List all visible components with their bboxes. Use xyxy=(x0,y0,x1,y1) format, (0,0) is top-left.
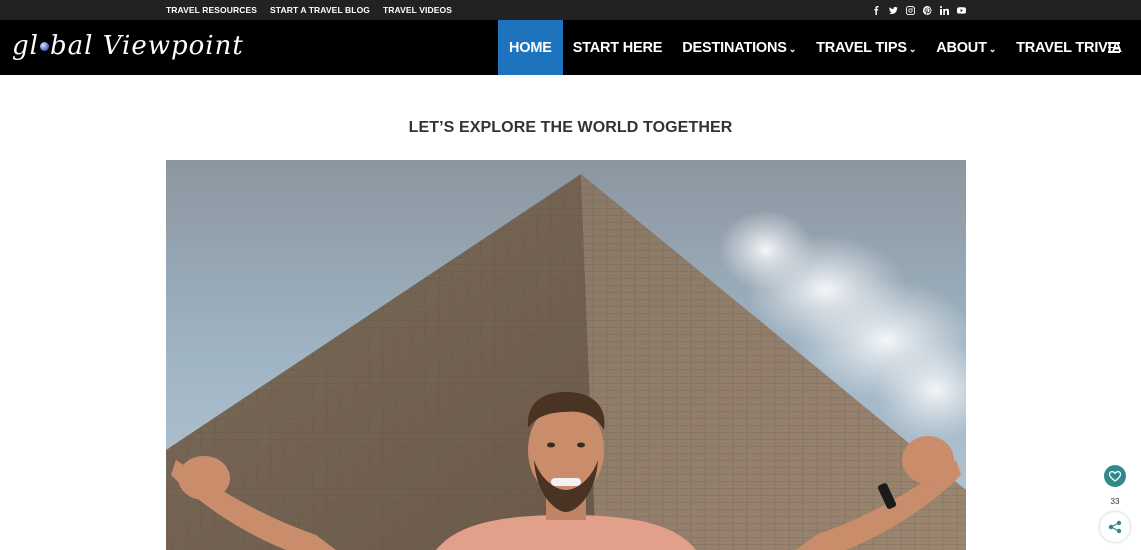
chevron-down-icon: ⌄ xyxy=(988,43,997,54)
nav-travel-tips-label: TRAVEL TIPS xyxy=(816,39,907,56)
share-icon[interactable] xyxy=(1100,512,1130,542)
top-link-travel-resources[interactable]: TRAVEL RESOURCES xyxy=(166,5,257,15)
top-bar: TRAVEL RESOURCES START A TRAVEL BLOG TRA… xyxy=(0,0,1141,20)
nav-about[interactable]: ABOUT ⌄ xyxy=(926,20,1006,75)
main-nav: gl bal Viewpoint HOME START HERE DESTINAT… xyxy=(0,20,1141,75)
facebook-icon[interactable] xyxy=(872,5,881,15)
twitter-icon[interactable] xyxy=(889,6,898,15)
nav-about-label: ABOUT xyxy=(936,39,987,56)
nav-travel-trivia-label: TRAVEL TRIVIA xyxy=(1016,39,1122,56)
social-links xyxy=(872,0,966,20)
linkedin-icon[interactable] xyxy=(940,5,949,15)
chevron-down-icon: ⌄ xyxy=(788,43,797,54)
nav-home-label: HOME xyxy=(509,39,552,56)
top-links: TRAVEL RESOURCES START A TRAVEL BLOG TRA… xyxy=(166,0,452,20)
nav-destinations-label: DESTINATIONS xyxy=(682,39,787,56)
top-link-travel-videos[interactable]: TRAVEL VIDEOS xyxy=(383,5,452,15)
nav-destinations[interactable]: DESTINATIONS ⌄ xyxy=(672,20,806,75)
youtube-icon[interactable] xyxy=(957,6,966,15)
instagram-icon[interactable] xyxy=(906,5,915,15)
nav-travel-tips[interactable]: TRAVEL TIPS ⌄ xyxy=(806,20,926,75)
top-link-start-blog[interactable]: START A TRAVEL BLOG xyxy=(270,5,370,15)
nav-start-here-label: START HERE xyxy=(572,39,663,56)
hero-image xyxy=(166,160,966,550)
page-tagline: LET’S EXPLORE THE WORLD TOGETHER xyxy=(408,119,733,136)
nav-start-here[interactable]: START HERE xyxy=(563,20,673,75)
chevron-down-icon: ⌄ xyxy=(908,43,917,54)
site-logo[interactable]: gl bal Viewpoint xyxy=(12,26,244,66)
hamburger-icon[interactable] xyxy=(1108,42,1120,53)
heart-icon[interactable] xyxy=(1104,465,1126,487)
globe-icon xyxy=(39,41,49,51)
logo-text-start: gl xyxy=(12,31,39,61)
nav-home[interactable]: HOME xyxy=(498,20,563,75)
share-count: 33 xyxy=(1110,497,1120,506)
pinterest-icon[interactable] xyxy=(923,5,932,15)
nav-menu: HOME START HERE DESTINATIONS ⌄ TRAVEL TIP… xyxy=(498,20,1132,75)
logo-text-end: bal Viewpoint xyxy=(49,31,244,61)
